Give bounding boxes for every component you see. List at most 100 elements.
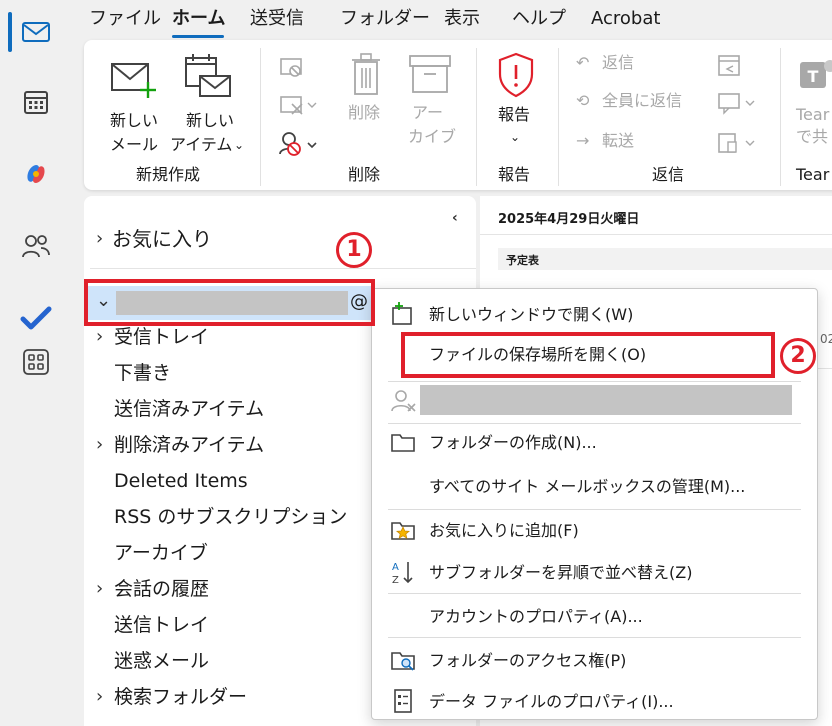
folder-item-search-folders[interactable]: › 検索フォルダー: [96, 684, 372, 714]
sort-az-icon: AZ: [392, 562, 413, 585]
divider: [90, 268, 476, 269]
svg-text:Z: Z: [392, 575, 399, 585]
folder-label: 送信済みアイテム: [114, 398, 265, 420]
reply-button[interactable]: ↶ 返信: [576, 52, 696, 78]
archive-icon: [409, 55, 451, 93]
folder-item-inbox[interactable]: › 受信トレイ: [96, 324, 372, 354]
folder-item-drafts[interactable]: 下書き: [96, 360, 372, 390]
group-report-label: 報告: [498, 165, 531, 184]
ribbon-divider: [558, 48, 559, 186]
people-icon[interactable]: [18, 228, 54, 264]
menu-separator: [388, 423, 801, 424]
menu-item-open-new-window[interactable]: 新しいウィンドウで開く(W): [374, 297, 815, 333]
new-item-button[interactable]: 新しい アイテム ⌄: [168, 50, 246, 154]
folder-label: 削除済みアイテム: [114, 434, 265, 456]
new-item-label-2: アイテム: [170, 135, 233, 154]
reply-icon: ↶: [576, 53, 590, 72]
tab-home[interactable]: ホーム: [172, 6, 225, 32]
tab-help[interactable]: ヘルプ: [512, 6, 566, 32]
menu-item-add-to-favorites[interactable]: お気に入りに追加(F): [374, 513, 815, 549]
ribbon-divider: [780, 48, 781, 186]
cleanup-icon[interactable]: [278, 92, 318, 118]
menu-item-folder-permissions[interactable]: フォルダーのアクセス権(P): [374, 643, 815, 679]
folder-label: 迷惑メール: [114, 650, 210, 672]
menu-label: すべてのサイト メールボックスの管理(M)...: [429, 477, 746, 496]
group-reply-label: 返信: [652, 165, 685, 184]
copilot-icon[interactable]: [18, 156, 54, 192]
junk-icon[interactable]: [278, 130, 320, 158]
menu-label: データ ファイルのプロパティ(I)...: [429, 692, 674, 711]
delete-button[interactable]: 削除: [344, 50, 388, 140]
chevron-right-icon: ›: [96, 228, 104, 249]
tab-folder[interactable]: フォルダー: [340, 6, 430, 32]
todo-icon[interactable]: [18, 300, 54, 336]
archive-label-1: アー: [412, 103, 444, 122]
archive-button[interactable]: アー カイブ: [402, 50, 456, 150]
forward-icon: →: [576, 131, 590, 150]
partial-text: 02: [820, 332, 832, 346]
apps-icon[interactable]: [18, 344, 54, 380]
folder-item-archive[interactable]: アーカイブ: [96, 540, 372, 570]
properties-icon: [394, 689, 412, 713]
collapse-pane-icon[interactable]: ‹: [452, 210, 458, 226]
folder-item-conversation-history[interactable]: › 会話の履歴: [96, 576, 372, 606]
more-reply-icon[interactable]: [716, 130, 758, 156]
calendar-icon[interactable]: [18, 84, 54, 120]
ribbon-divider: [476, 48, 477, 186]
menu-separator: [388, 509, 801, 510]
tab-acrobat[interactable]: Acrobat: [591, 6, 660, 32]
folder-label: Deleted Items: [114, 470, 248, 492]
folder-label: 受信トレイ: [114, 326, 210, 348]
folder-label: RSS のサブスクリプション: [114, 506, 348, 528]
reply-all-button[interactable]: ⟲ 全員に返信: [576, 90, 716, 116]
menu-tabs: ファイル ホーム 送受信 フォルダー 表示 ヘルプ Acrobat: [72, 0, 832, 38]
favorites-label: お気に入り: [112, 227, 212, 251]
folder-item-sent[interactable]: 送信済みアイテム: [96, 396, 372, 426]
mail-icon[interactable]: [18, 14, 54, 50]
menu-item-account-properties[interactable]: アカウントのプロパティ(A)...: [374, 599, 815, 635]
im-reply-icon[interactable]: [716, 90, 758, 116]
report-button[interactable]: 報告 ⌄: [490, 50, 542, 150]
folder-item-outbox[interactable]: 送信トレイ: [96, 612, 372, 642]
folder-item-junk[interactable]: 迷惑メール: [96, 648, 372, 678]
reply-all-icon: ⟲: [576, 91, 590, 110]
forward-label: 転送: [602, 131, 635, 150]
new-mail-button[interactable]: 新しい メール: [100, 50, 166, 154]
menu-item-data-file-properties[interactable]: データ ファイルのプロパティ(I)...: [374, 685, 815, 719]
folder-item-rss[interactable]: RSS のサブスクリプション: [96, 504, 372, 534]
remove-account-icon: [391, 390, 416, 412]
active-tab-indicator: [172, 35, 224, 38]
highlight-box-open-file-location: [401, 332, 775, 378]
redacted-account-name: [420, 385, 792, 415]
menu-item-create-folder[interactable]: フォルダーの作成(N)...: [374, 425, 815, 461]
tab-send-receive[interactable]: 送受信: [250, 6, 304, 32]
report-label: 報告: [498, 105, 531, 124]
folder-label: 会話の履歴: [114, 578, 210, 600]
share-to-teams-button[interactable]: T Tear で共: [792, 54, 832, 154]
menu-item-account[interactable]: [374, 385, 815, 417]
folder-item-deleted[interactable]: › 削除済みアイテム: [96, 432, 372, 462]
tab-view[interactable]: 表示: [444, 6, 480, 32]
group-new-label: 新規作成: [136, 165, 201, 184]
folder-item-deleted-items[interactable]: Deleted Items: [96, 468, 372, 498]
menu-label: フォルダーのアクセス権(P): [429, 651, 627, 670]
new-mail-icon: [111, 63, 156, 98]
trash-icon: [352, 53, 380, 95]
menu-label: アカウントのプロパティ(A)...: [429, 607, 643, 626]
ribbon-divider: [260, 48, 261, 186]
menu-item-sort-subfolders[interactable]: AZ サブフォルダーを昇順で並べ替え(Z): [374, 555, 815, 591]
ribbon: 新しい メール 新しい アイテム ⌄ 新規作成 削除 アー カイブ 削除 報告 …: [84, 40, 832, 190]
meeting-reply-icon[interactable]: [716, 52, 742, 78]
step-number-1: 1: [336, 232, 372, 268]
menu-label: サブフォルダーを昇順で並べ替え(Z): [429, 563, 693, 582]
menu-item-manage-site-mailboxes[interactable]: すべてのサイト メールボックスの管理(M)...: [374, 469, 815, 505]
chevron-down-icon: ⌄: [234, 138, 245, 152]
menu-separator: [388, 381, 801, 382]
rail-active-indicator: [8, 12, 12, 52]
folder-label: アーカイブ: [114, 542, 208, 564]
menu-label: お気に入りに追加(F): [429, 521, 579, 540]
tab-file[interactable]: ファイル: [89, 6, 161, 32]
forward-button[interactable]: → 転送: [576, 130, 696, 156]
chevron-right-icon: ›: [96, 578, 104, 599]
ignore-icon[interactable]: [278, 54, 304, 80]
